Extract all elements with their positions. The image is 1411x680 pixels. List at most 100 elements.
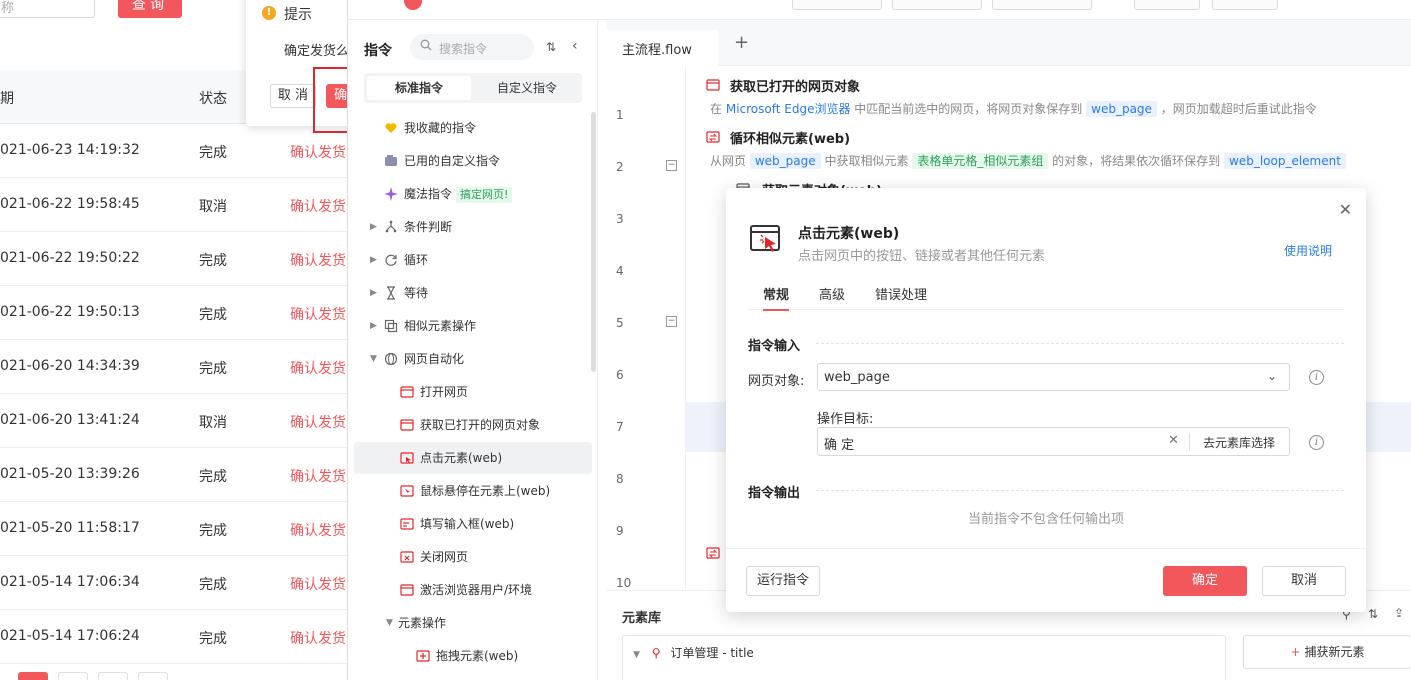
table-row: 021-05-14 17:06:34 完成 确认发货	[0, 556, 348, 610]
confirm-shipment-link[interactable]: 确认发货	[290, 196, 346, 216]
run-button[interactable]	[1134, 0, 1200, 10]
fold-toggle[interactable]: −	[666, 316, 677, 327]
page-button[interactable]	[98, 672, 128, 680]
chevron-right-icon: ▶	[370, 321, 377, 331]
tab-standard[interactable]: 标准指令	[367, 76, 471, 100]
search-input[interactable]: 称	[0, 0, 95, 18]
app-toolbar	[348, 0, 1411, 20]
divider	[816, 490, 1344, 491]
instruction-search-input[interactable]: 搜索指令	[410, 34, 534, 60]
tab-error-handling[interactable]: 错误处理	[875, 284, 927, 309]
target-label: 操作目标:	[817, 412, 874, 427]
page-button[interactable]	[18, 672, 48, 680]
statement-loop-similar[interactable]: 循环相似元素(web) 从网页 web_page 中获取相似元素 表格单元格_相…	[710, 128, 1346, 169]
tab-advanced[interactable]: 高级	[819, 284, 845, 309]
popover-cancel-button[interactable]: 取 消	[270, 84, 316, 108]
fold-toggle[interactable]: −	[666, 160, 677, 171]
chevron-down-icon: ▼	[386, 618, 393, 628]
page-button[interactable]	[58, 672, 88, 680]
branch-icon	[385, 220, 397, 233]
browser-close-icon	[400, 551, 414, 563]
confirm-shipment-link[interactable]: 确认发货	[290, 574, 346, 594]
clear-icon[interactable]: ✕	[1168, 433, 1179, 448]
warning-icon: !	[262, 6, 276, 20]
confirm-shipment-link[interactable]: 确认发货	[290, 412, 346, 432]
sort-icon[interactable]: ⇅	[546, 40, 556, 54]
click-icon	[400, 452, 414, 464]
table-row: 021-06-23 14:19:32 完成 确认发货	[0, 124, 348, 178]
browser-icon	[400, 419, 414, 431]
copy-icon	[384, 319, 398, 333]
web-page-select[interactable]: web_page ⌄	[817, 363, 1290, 391]
divider	[816, 343, 1344, 344]
table-row: 021-06-22 19:50:22 完成 确认发货	[0, 232, 348, 286]
element-tree: ▼ ⚲ 订单管理 - title	[622, 635, 1226, 680]
info-icon[interactable]: i	[1309, 370, 1324, 385]
dialog-footer: 运行指令 确定 取消	[726, 548, 1366, 612]
browser-icon	[706, 79, 720, 91]
table-row: 021-06-22 19:50:13 完成 确认发货	[0, 286, 348, 340]
panel-title: 指令	[364, 43, 392, 59]
confirm-shipment-link[interactable]: 确认发货	[290, 304, 346, 324]
toolbar-button[interactable]	[892, 0, 982, 10]
background-web-page: 称 查询 期 状态 021-06-23 14:19:32 完成 确认发货 021…	[0, 0, 348, 680]
statement-get-page[interactable]: 获取已打开的网页对象 在 Microsoft Edge浏览器 中匹配当前选中的网…	[710, 76, 1317, 117]
toolbar-button[interactable]	[792, 0, 882, 10]
magic-tag: 搞定网页!	[456, 187, 513, 203]
popover-message: 确定发货么	[284, 44, 348, 59]
tab-main-flow[interactable]: 主流程.flow	[606, 30, 718, 66]
chevron-left-icon[interactable]: ‹	[572, 38, 578, 54]
confirm-shipment-link[interactable]: 确认发货	[290, 466, 346, 486]
chevron-right-icon: ▶	[370, 222, 377, 232]
capture-new-element-button[interactable]: + 捕获新元素	[1243, 635, 1411, 669]
scrollbar[interactable]	[591, 112, 596, 372]
column-header-status: 状态	[199, 91, 227, 107]
chevron-down-icon: ▼	[370, 354, 377, 364]
help-link[interactable]: 使用说明	[1284, 242, 1332, 259]
close-icon[interactable]: ✕	[1339, 200, 1352, 219]
confirm-shipment-link[interactable]: 确认发货	[290, 142, 346, 162]
toolbar-button[interactable]	[1212, 0, 1278, 10]
tab-general[interactable]: 常规	[763, 284, 790, 311]
element-tree-root[interactable]: ▼ ⚲ 订单管理 - title	[633, 644, 754, 661]
pick-from-library-button[interactable]: 去元素库选择	[1203, 434, 1275, 451]
divider	[1189, 433, 1190, 451]
confirm-shipment-link[interactable]: 确认发货	[290, 250, 346, 270]
loop-icon	[385, 254, 397, 266]
table-row: 021-05-20 11:58:17 完成 确认发货	[0, 502, 348, 556]
confirm-shipment-link[interactable]: 确认发货	[290, 628, 346, 648]
upload-icon[interactable]: ⇪	[1394, 606, 1404, 620]
cancel-button[interactable]: 取消	[1262, 566, 1346, 596]
tab-custom[interactable]: 自定义指令	[475, 76, 579, 100]
click-element-dialog: ✕ 点击元素(web) 点击网页中的按钮、链接或者其他任何元素 使用说明 常规 …	[726, 188, 1366, 612]
sparkle-icon	[384, 187, 398, 201]
target-input[interactable]: 确 定 ✕ 去元素库选择	[817, 427, 1290, 456]
confirm-shipment-link[interactable]: 确认发货	[290, 520, 346, 540]
click-element-icon	[750, 225, 780, 252]
popover-title: 提示	[284, 7, 312, 23]
info-icon[interactable]: i	[1309, 435, 1324, 450]
run-instruction-button[interactable]: 运行指令	[746, 566, 820, 596]
search-icon	[420, 39, 432, 51]
query-button[interactable]: 查询	[118, 0, 182, 18]
chevron-down-icon: ▼	[633, 650, 640, 660]
toolbar-button[interactable]	[992, 0, 1092, 10]
globe-icon	[384, 352, 398, 366]
table-row: 021-06-20 14:34:39 完成 确认发货	[0, 340, 348, 394]
sort-icon[interactable]: ⇅	[1368, 607, 1378, 621]
line-gutter: 1 2 3 4 5 6 7 8 9 10 − −	[606, 66, 686, 590]
confirm-shipment-link[interactable]: 确认发货	[290, 358, 346, 378]
table-row: 021-06-20 13:41:24 取消 确认发货	[0, 394, 348, 448]
edit-icon	[400, 518, 414, 530]
browser-icon	[400, 584, 414, 596]
input-section-title: 指令输入	[748, 339, 801, 354]
page-button[interactable]	[138, 672, 168, 680]
add-tab-icon[interactable]: +	[734, 32, 749, 53]
output-section-title: 指令输出	[748, 486, 801, 501]
plus-icon: +	[1290, 645, 1301, 659]
confirm-button[interactable]: 确定	[1163, 566, 1247, 596]
editor-tab-bar: 主流程.flow +	[606, 20, 1411, 66]
hourglass-icon	[387, 286, 395, 300]
chevron-down-icon: ⌄	[1266, 369, 1277, 383]
web-page-label: 网页对象:	[748, 374, 805, 389]
